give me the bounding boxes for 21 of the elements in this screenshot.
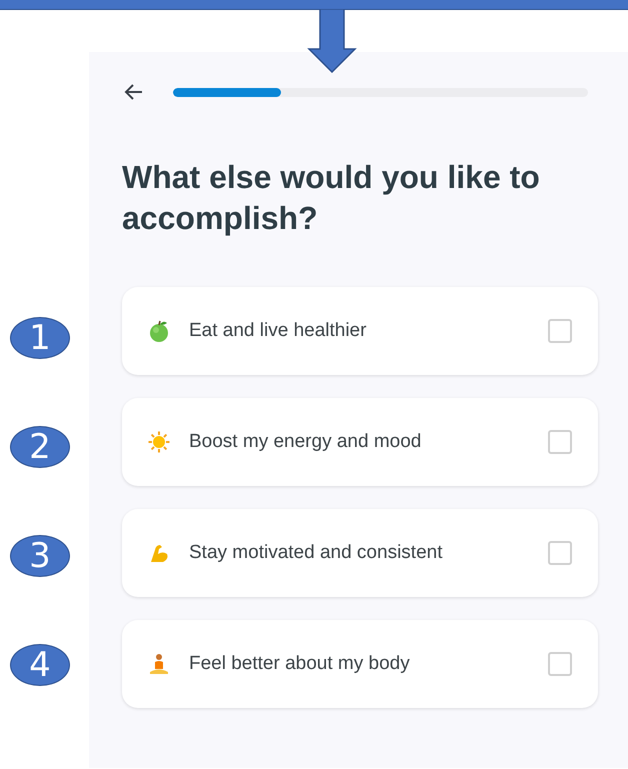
down-arrow-icon [307,9,357,73]
apple-icon [147,319,171,343]
option-label: Feel better about my body [189,653,411,675]
checkbox[interactable] [548,541,572,565]
option-card[interactable]: Boost my energy and mood [122,398,598,486]
number-badge: 1 [10,317,70,359]
number-badge: 2 [10,426,70,468]
option-card[interactable]: Eat and live healthier [122,287,598,375]
number-badge: 4 [10,644,70,686]
sitting-figure-icon [147,652,171,676]
checkbox[interactable] [548,319,572,343]
number-badge: 3 [10,535,70,577]
option-label: Eat and live healthier [189,320,368,342]
option-label: Stay motivated and consistent [189,542,444,564]
sun-icon [147,430,171,454]
option-card[interactable]: Feel better about my body [122,620,598,708]
option-label: Boost my energy and mood [189,431,422,453]
checkbox[interactable] [548,430,572,454]
question-title: What else would you like to accomplish? [122,158,541,238]
option-card[interactable]: Stay motivated and consistent [122,509,598,597]
checkbox[interactable] [548,652,572,676]
